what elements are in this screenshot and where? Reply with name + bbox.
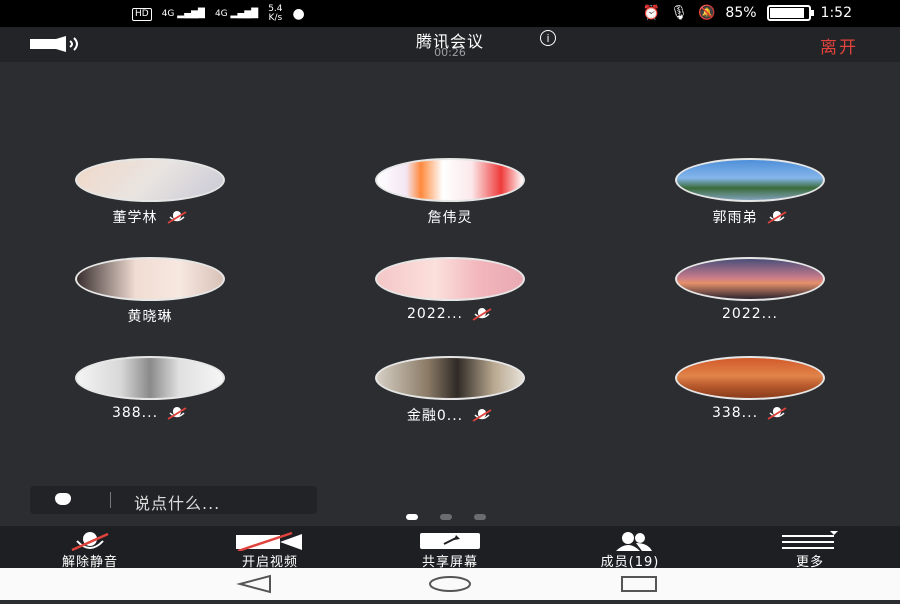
video-off-icon bbox=[236, 531, 302, 551]
network-indicator-2: 4G ▂▄▆█ bbox=[214, 8, 259, 19]
muted-mic-icon bbox=[167, 211, 186, 224]
menu-icon bbox=[782, 531, 838, 549]
muted-mic-icon bbox=[167, 407, 187, 420]
home-icon[interactable] bbox=[429, 576, 471, 592]
participant-name: 2022... bbox=[722, 306, 778, 322]
bottom-toolbar: 解除静音 开启视频 共享屏幕 成员(19) 更多 bbox=[0, 526, 900, 570]
leave-button[interactable]: 离开 bbox=[820, 33, 858, 58]
page-indicator bbox=[406, 514, 486, 520]
network-speed: 5.4 K/s bbox=[268, 4, 283, 23]
avatar bbox=[675, 158, 825, 202]
chat-input[interactable]: 说点什么... bbox=[30, 486, 317, 514]
participant-name: 郭雨弟 bbox=[712, 210, 758, 226]
status-bar: HD 4G ▂▄▆█ 4G ▂▄▆█ 5.4 K/s ● ⏰ 🎙 🔕 85% 1:… bbox=[0, 0, 900, 27]
muted-mic-icon bbox=[472, 308, 492, 321]
chat-placeholder: 说点什么... bbox=[134, 494, 221, 513]
battery-percent: 85% bbox=[725, 5, 757, 21]
participant-name: 董学林 bbox=[112, 210, 158, 226]
vpn-icon: ● bbox=[292, 6, 305, 22]
network-indicator-1: 4G ▂▄▆█ bbox=[161, 8, 205, 19]
clock: 1:52 bbox=[820, 5, 852, 21]
mic-status-icon: 🎙 bbox=[670, 5, 688, 21]
avatar bbox=[375, 158, 525, 202]
participant-name: 黄晓琳 bbox=[127, 309, 173, 325]
battery-icon bbox=[766, 5, 814, 21]
avatar bbox=[75, 158, 225, 202]
page-dot[interactable] bbox=[406, 514, 418, 520]
avatar bbox=[375, 257, 525, 301]
hd-badge: HD bbox=[132, 7, 152, 21]
avatar bbox=[75, 356, 225, 400]
unmute-button[interactable]: 解除静音 bbox=[0, 526, 180, 570]
silent-icon: 🔕 bbox=[697, 5, 716, 21]
share-screen-icon bbox=[420, 533, 480, 549]
share-screen-button[interactable]: 共享屏幕 bbox=[360, 526, 540, 570]
info-icon[interactable]: i bbox=[540, 30, 556, 46]
members-icon bbox=[616, 532, 652, 551]
divider bbox=[110, 492, 111, 508]
back-icon[interactable] bbox=[236, 574, 271, 594]
system-nav-bar bbox=[0, 568, 900, 600]
participant-name: 2022... bbox=[407, 306, 463, 322]
muted-mic-icon bbox=[472, 409, 492, 422]
muted-mic-icon bbox=[71, 532, 109, 551]
participant-name: 詹伟灵 bbox=[427, 210, 473, 226]
muted-mic-icon bbox=[767, 407, 787, 420]
avatar bbox=[675, 356, 825, 400]
more-button[interactable]: 更多 bbox=[720, 526, 900, 570]
meeting-header: 腾讯会议 i 00:26 离开 bbox=[0, 27, 900, 62]
start-video-button[interactable]: 开启视频 bbox=[180, 526, 360, 570]
page-dot[interactable] bbox=[440, 514, 452, 520]
participant-name: 388... bbox=[111, 405, 159, 421]
avatar bbox=[375, 356, 525, 400]
muted-mic-icon bbox=[767, 211, 786, 224]
recents-icon[interactable] bbox=[621, 576, 657, 592]
members-button[interactable]: 成员(19) bbox=[540, 526, 720, 570]
meeting-timer: 00:26 bbox=[434, 46, 466, 59]
alarm-icon: ⏰ bbox=[642, 5, 661, 21]
participant-name: 338... bbox=[711, 405, 759, 421]
emoji-icon[interactable] bbox=[55, 493, 71, 505]
avatar bbox=[675, 257, 825, 301]
participant-name: 金融0... bbox=[406, 408, 464, 424]
avatar bbox=[75, 257, 225, 301]
page-dot[interactable] bbox=[474, 514, 486, 520]
